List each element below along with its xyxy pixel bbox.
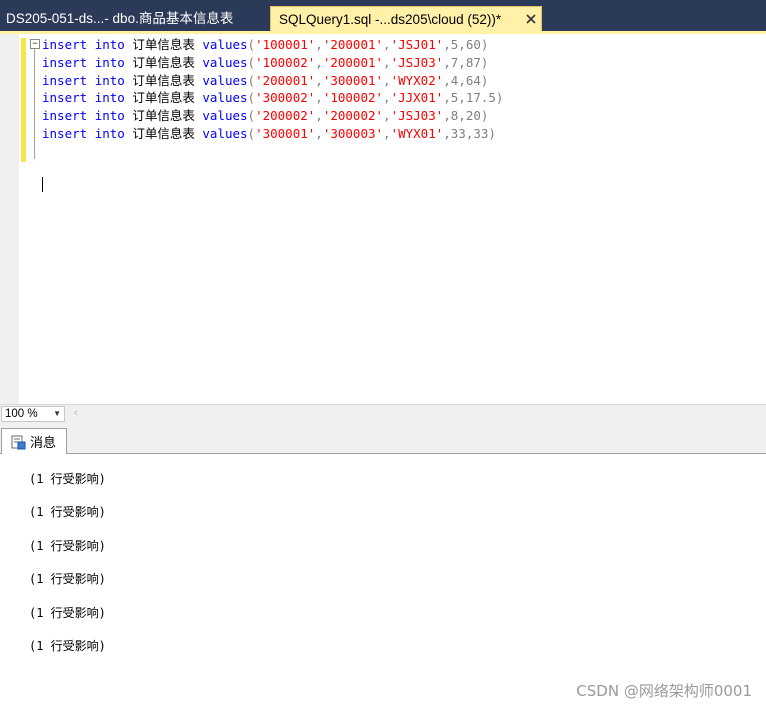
code-area[interactable]: insert into 订单信息表 values('100001','20000… [42, 36, 503, 143]
editor-margin [0, 34, 19, 404]
messages-pane: (1 行受影响) (1 行受影响) (1 行受影响) (1 行受影响) (1 行… [0, 455, 766, 709]
message-line: (1 行受影响) [29, 572, 106, 586]
zoom-value: 100 % [5, 408, 38, 420]
code-line: insert into 订单信息表 values('300002','10000… [42, 90, 504, 106]
code-line: insert into 订单信息表 values('200001','30000… [42, 72, 489, 88]
message-line: (1 行受影响) [29, 505, 106, 519]
tab-messages[interactable]: 消息 [1, 428, 67, 454]
tab-messages-label: 消息 [30, 436, 57, 451]
watermark: CSDN @网络架构师0001 [576, 682, 752, 700]
outline-guide [34, 49, 35, 159]
close-icon[interactable] [523, 11, 539, 27]
message-line: (1 行受影响) [29, 606, 106, 620]
tab-table-design[interactable]: DS205-051-ds...- dbo.商品基本信息表 [0, 6, 239, 32]
code-line: insert into 订单信息表 values('100002','20000… [42, 54, 489, 70]
text-caret [42, 177, 43, 192]
results-tab-bar: 消息 [0, 424, 766, 454]
tab-sql-query[interactable]: SQLQuery1.sql -...ds205\cloud (52))* [270, 6, 542, 32]
change-tracking-bar [21, 38, 26, 162]
code-line: insert into 订单信息表 values('300001','30000… [42, 125, 496, 141]
document-tab-bar: DS205-051-ds...- dbo.商品基本信息表 SQLQuery1.s… [0, 0, 766, 32]
scroll-left-icon[interactable]: ‹ [74, 407, 78, 419]
message-line: (1 行受影响) [29, 472, 106, 486]
message-line: (1 行受影响) [29, 639, 106, 653]
messages-icon [10, 434, 26, 450]
code-line: insert into 订单信息表 values('100001','20000… [42, 37, 489, 52]
editor-status-row: 100 % ▼ ‹ [0, 404, 766, 424]
chevron-down-icon: ▼ [53, 409, 61, 418]
collapse-icon[interactable]: − [30, 39, 40, 49]
sql-editor[interactable]: − insert into 订单信息表 values('100001','200… [0, 34, 766, 404]
code-line: insert into 订单信息表 values('200002','20000… [42, 108, 489, 124]
message-line: (1 行受影响) [29, 539, 106, 553]
tab-sql-query-title: SQLQuery1.sql -...ds205\cloud (52))* [279, 12, 502, 27]
zoom-dropdown[interactable]: 100 % ▼ [1, 406, 65, 422]
